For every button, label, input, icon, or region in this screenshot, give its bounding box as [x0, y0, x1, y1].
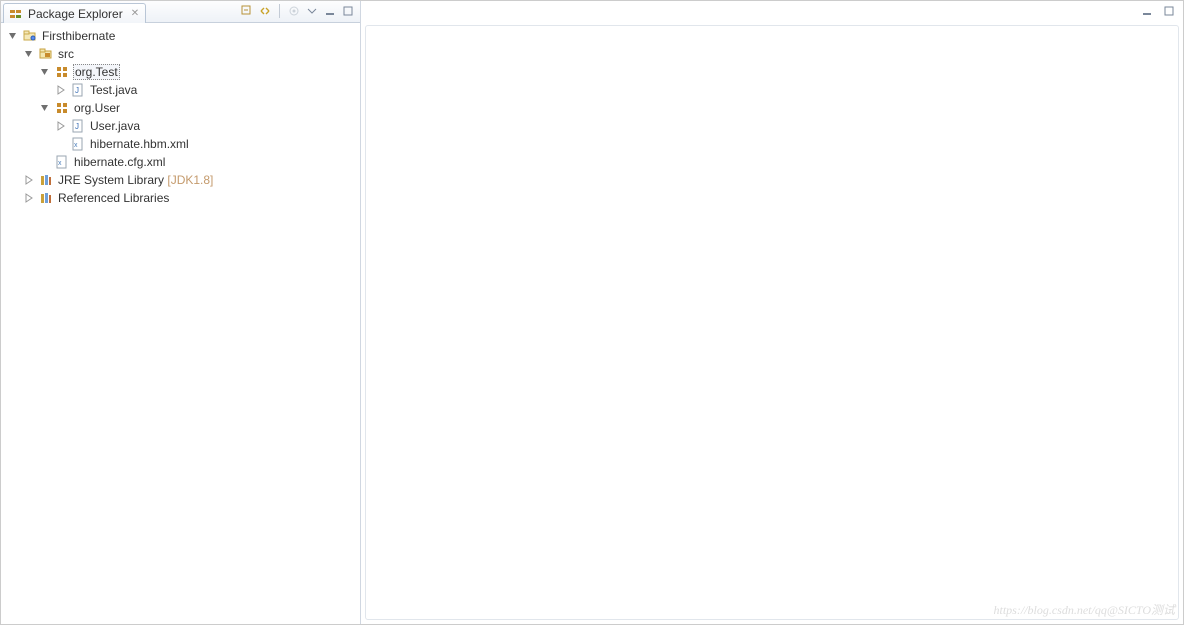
- tree-label: Test.java: [89, 83, 138, 97]
- expand-toggle[interactable]: [55, 120, 67, 132]
- java-file-icon: J: [70, 118, 86, 134]
- collapse-all-button[interactable]: [239, 3, 255, 19]
- jre-label: JRE System Library: [58, 173, 164, 187]
- maximize-view-button[interactable]: [340, 3, 356, 19]
- tree-node-file[interactable]: J User.java: [3, 117, 358, 135]
- tree-node-jre[interactable]: JRE System Library [JDK1.8]: [3, 171, 358, 189]
- link-with-editor-button[interactable]: [257, 3, 273, 19]
- expand-toggle[interactable]: [55, 84, 67, 96]
- view-tab-label: Package Explorer: [28, 7, 123, 21]
- tree-node-file[interactable]: J Test.java: [3, 81, 358, 99]
- close-view-icon[interactable]: ✕: [131, 8, 139, 19]
- library-icon: [38, 172, 54, 188]
- tree-node-file[interactable]: x hibernate.hbm.xml: [3, 135, 358, 153]
- tree-label: Firsthibernate: [41, 29, 116, 43]
- xml-file-icon: x: [54, 154, 70, 170]
- view-menu-button[interactable]: [304, 3, 320, 19]
- tree-node-src[interactable]: src: [3, 45, 358, 63]
- expand-toggle[interactable]: [39, 102, 51, 114]
- focus-task-button[interactable]: [286, 3, 302, 19]
- tree-label: org.Test: [73, 64, 120, 80]
- maximize-editor-button[interactable]: [1161, 3, 1177, 19]
- expand-toggle[interactable]: [23, 48, 35, 60]
- minimize-editor-button[interactable]: [1139, 3, 1155, 19]
- tree-node-package[interactable]: org.Test: [3, 63, 358, 81]
- package-icon: [54, 100, 70, 116]
- tree-node-file[interactable]: x hibernate.cfg.xml: [3, 153, 358, 171]
- package-explorer-tree[interactable]: Firsthibernate src org.Test: [1, 23, 360, 624]
- tree-label: org.User: [73, 101, 121, 115]
- xml-file-icon: x: [70, 136, 86, 152]
- tree-label: src: [57, 47, 75, 61]
- tree-label: JRE System Library [JDK1.8]: [57, 173, 214, 187]
- expand-toggle[interactable]: [23, 174, 35, 186]
- editor-empty-region[interactable]: [365, 25, 1179, 620]
- editor-toolbar: [361, 1, 1183, 21]
- tree-label: hibernate.cfg.xml: [73, 155, 166, 169]
- minimize-view-button[interactable]: [322, 3, 338, 19]
- view-tabbar: Package Explorer ✕: [1, 1, 360, 23]
- project-icon: [22, 28, 38, 44]
- toolbar-separator: [279, 4, 280, 18]
- tree-label: hibernate.hbm.xml: [89, 137, 190, 151]
- java-file-icon: J: [70, 82, 86, 98]
- svg-text:x: x: [58, 160, 62, 167]
- tree-label: User.java: [89, 119, 141, 133]
- tree-node-project[interactable]: Firsthibernate: [3, 27, 358, 45]
- source-folder-icon: [38, 46, 54, 62]
- svg-text:J: J: [75, 86, 79, 95]
- svg-text:J: J: [75, 122, 79, 131]
- tree-node-package[interactable]: org.User: [3, 99, 358, 117]
- editor-area: https://blog.csdn.net/qq@SICTO测试: [361, 1, 1183, 624]
- package-explorer-icon: [8, 6, 24, 22]
- watermark-text: https://blog.csdn.net/qq@SICTO测试: [994, 601, 1176, 618]
- svg-text:x: x: [74, 142, 78, 149]
- tree-node-referenced-libs[interactable]: Referenced Libraries: [3, 189, 358, 207]
- tree-label: Referenced Libraries: [57, 191, 170, 205]
- package-explorer-pane: Package Explorer ✕: [1, 1, 361, 624]
- jre-suffix: [JDK1.8]: [167, 173, 213, 187]
- expand-toggle[interactable]: [7, 30, 19, 42]
- expand-toggle[interactable]: [23, 192, 35, 204]
- package-icon: [54, 64, 70, 80]
- library-icon: [38, 190, 54, 206]
- view-toolbar: [239, 0, 360, 22]
- expand-toggle[interactable]: [39, 66, 51, 78]
- package-explorer-tab[interactable]: Package Explorer ✕: [3, 3, 146, 23]
